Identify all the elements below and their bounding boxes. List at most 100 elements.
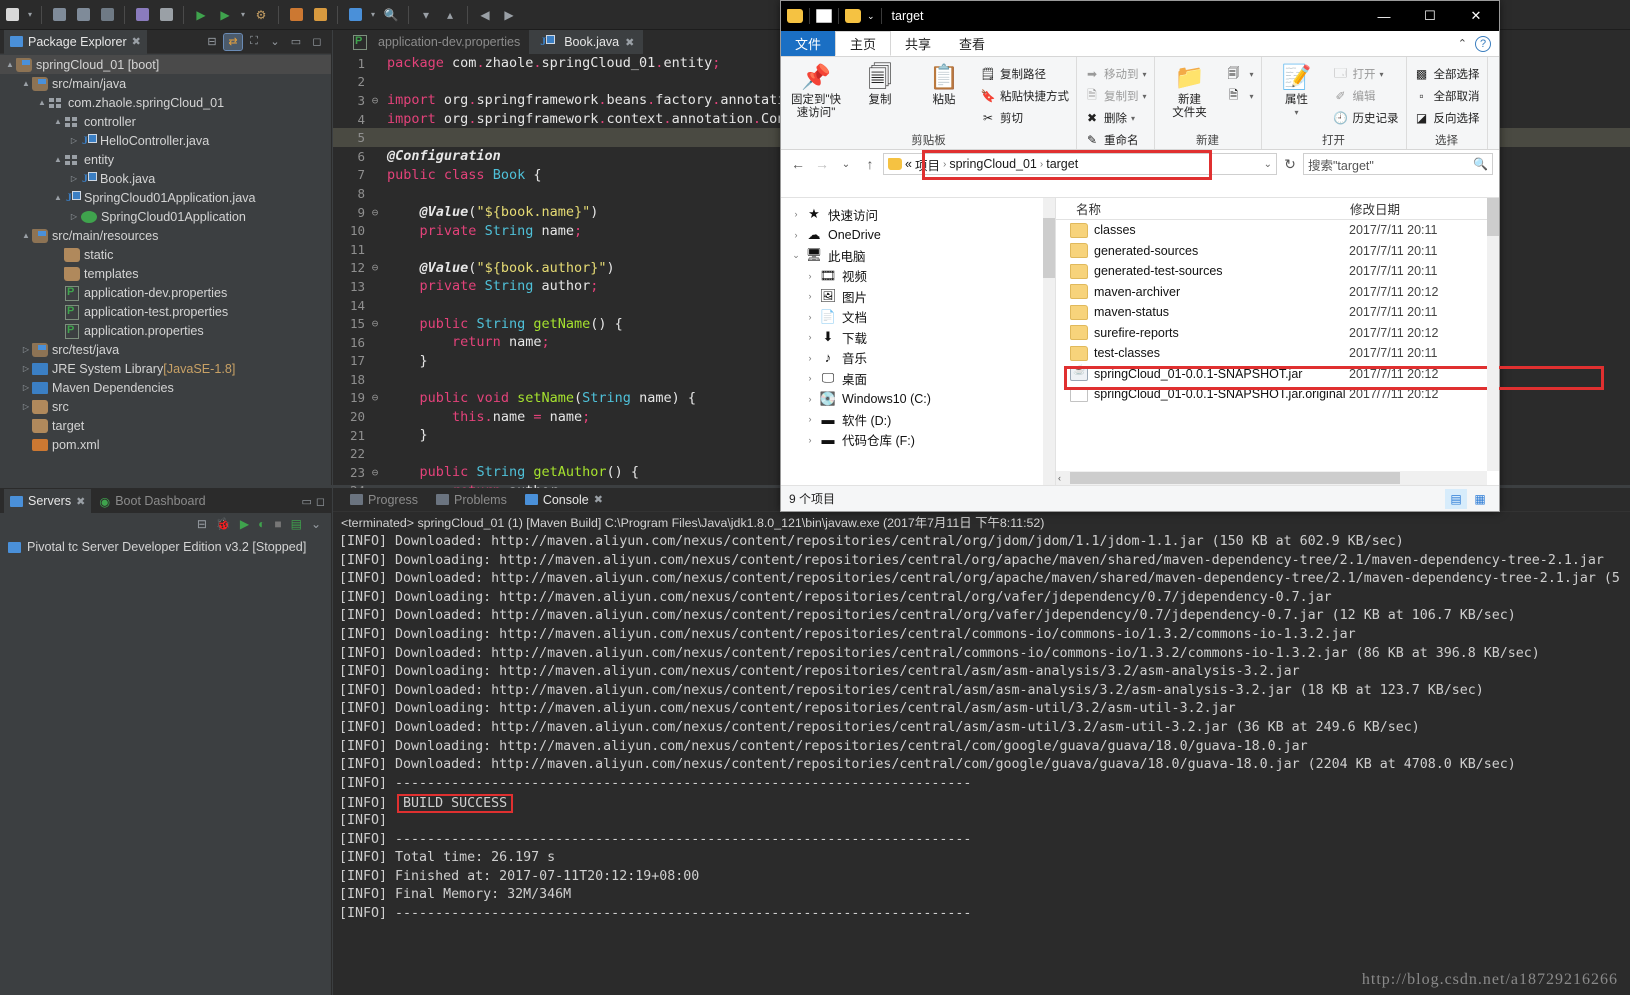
ribbon-button-删除[interactable]: ✖ 删除 ▾ [1081, 108, 1150, 128]
nav-item-onedrive[interactable]: › ☁ OneDrive [781, 225, 1055, 246]
new-java-project-icon[interactable] [131, 5, 153, 25]
close-button[interactable]: ✕ [1453, 1, 1499, 31]
file-row[interactable]: test-classes 2017/7/11 20:11 [1056, 343, 1499, 364]
expand-arrow-icon[interactable]: ▲ [52, 193, 64, 202]
breadcrumb-item-3[interactable]: target [1046, 157, 1078, 171]
print-icon[interactable] [96, 5, 118, 25]
tree-item-controller[interactable]: ▲ controller [0, 112, 331, 131]
view-menu-icon[interactable]: ⌄ [266, 34, 284, 50]
tree-item-application-dev-properties[interactable]: application-dev.properties [0, 283, 331, 302]
breadcrumb-dropdown-icon[interactable]: ⌄ [1264, 159, 1272, 170]
close-icon[interactable]: ✖ [594, 493, 603, 506]
ribbon-button-重命名[interactable]: ✎ 重命名 [1081, 130, 1150, 150]
tree-item-application-test-properties[interactable]: application-test.properties [0, 302, 331, 321]
fold-marker-icon[interactable]: ⊖ [369, 466, 381, 479]
view-menu-icon[interactable]: ⌄ [311, 517, 321, 531]
tree-item-book-java[interactable]: ▷ Book.java [0, 169, 331, 188]
expand-arrow-icon[interactable]: ▷ [68, 136, 80, 145]
search-icon[interactable]: 🔍 [380, 5, 402, 25]
file-row[interactable]: surefire-reports 2017/7/11 20:12 [1056, 323, 1499, 344]
chevron-icon[interactable]: › [801, 332, 819, 342]
editor-tab-application-dev-properties[interactable]: application-dev.properties [343, 30, 529, 54]
breadcrumb-item-2[interactable]: springCloud_01 [949, 157, 1037, 171]
file-row[interactable]: springCloud_01-0.0.1-SNAPSHOT.jar.origin… [1056, 384, 1499, 405]
ribbon-tab-共享[interactable]: 共享 [891, 31, 945, 56]
run-dropdown-icon[interactable]: ▾ [238, 5, 248, 25]
expand-arrow-icon[interactable]: ▷ [68, 174, 80, 183]
expand-arrow-icon[interactable]: ▷ [20, 383, 32, 392]
tree-item-application-properties[interactable]: application.properties [0, 321, 331, 340]
tree-item-src[interactable]: ▷ src [0, 397, 331, 416]
chevron-icon[interactable]: › [801, 271, 819, 281]
expand-arrow-icon[interactable]: ▷ [20, 364, 32, 373]
fold-marker-icon[interactable]: ⊖ [369, 317, 381, 330]
column-header-name[interactable]: 名称 [1056, 199, 1346, 218]
ribbon-button-属性[interactable]: 📝 属性 ▾ [1266, 60, 1328, 117]
file-row[interactable]: generated-sources 2017/7/11 20:11 [1056, 241, 1499, 262]
expand-arrow-icon[interactable]: ▷ [20, 345, 32, 354]
nav-scrollbar-thumb[interactable] [1043, 218, 1055, 278]
file-list-horizontal-scrollbar[interactable]: ‹ [1056, 471, 1487, 485]
publish-icon[interactable]: ▤ [291, 517, 302, 531]
tree-item-target[interactable]: target [0, 416, 331, 435]
fold-marker-icon[interactable]: ⊖ [369, 94, 381, 107]
expand-arrow-icon[interactable]: ▲ [4, 60, 16, 69]
expand-arrow-icon[interactable]: ▲ [20, 79, 32, 88]
focus-icon[interactable]: ⛶ [245, 34, 263, 50]
chevron-icon[interactable]: ⌄ [787, 250, 805, 261]
nav-item--d-[interactable]: › ▬ 软件 (D:) [781, 409, 1055, 430]
ribbon-tab-查看[interactable]: 查看 [945, 31, 999, 56]
back-button[interactable]: ← [787, 153, 809, 175]
server-list-item[interactable]: Pivotal tc Server Developer Edition v3.2… [0, 537, 331, 557]
file-list-vertical-scrollbar[interactable] [1487, 198, 1499, 471]
ribbon-button-new-item-icon[interactable]: 🗐 ▾ [1223, 64, 1257, 84]
new-package-icon[interactable] [155, 5, 177, 25]
fold-marker-icon[interactable]: ⊖ [369, 206, 381, 219]
nav-item--[interactable]: › 🖼 图片 [781, 286, 1055, 307]
console-tab-problems[interactable]: Problems [427, 488, 516, 512]
expand-arrow-icon[interactable]: ▲ [36, 98, 48, 107]
maximize-button[interactable]: ☐ [1407, 1, 1453, 31]
chevron-down-icon[interactable]: ▾ [1131, 114, 1135, 123]
chevron-down-icon[interactable]: ▾ [1295, 108, 1299, 117]
new-folder-quick-icon[interactable] [845, 9, 861, 23]
breadcrumb-separator-icon[interactable]: › [1040, 159, 1043, 170]
tree-item-src-test-java[interactable]: ▷ src/test/java [0, 340, 331, 359]
details-view-icon[interactable]: ▤ [1445, 488, 1467, 509]
tree-item-springcloud01application-java[interactable]: ▲ SpringCloud01Application.java [0, 188, 331, 207]
chevron-down-icon[interactable]: ▾ [1250, 70, 1254, 79]
tree-item-pom-xml[interactable]: pom.xml [0, 435, 331, 454]
file-row[interactable]: maven-archiver 2017/7/11 20:12 [1056, 282, 1499, 303]
chevron-icon[interactable]: › [787, 209, 805, 219]
file-list-vertical-thumb[interactable] [1487, 198, 1499, 236]
console-tab-progress[interactable]: Progress [341, 488, 427, 512]
file-row[interactable]: maven-status 2017/7/11 20:11 [1056, 302, 1499, 323]
ribbon-button-全部取消[interactable]: ▫ 全部取消 [1411, 86, 1483, 106]
save-icon[interactable] [48, 5, 70, 25]
expand-arrow-icon[interactable]: ▷ [20, 402, 32, 411]
ribbon-button-移动到[interactable]: ➡ 移动到 ▾ [1081, 64, 1150, 84]
ribbon-button-剪切[interactable]: ✂ 剪切 [977, 108, 1072, 128]
nav-item--[interactable]: › 🖵 桌面 [781, 368, 1055, 389]
chevron-down-icon[interactable]: ▾ [1143, 92, 1147, 101]
tab-package-explorer[interactable]: Package Explorer ✖ [4, 29, 147, 54]
nav-item--f-[interactable]: › ▬ 代码仓库 (F:) [781, 430, 1055, 451]
nav-item--[interactable]: › ⬇ 下载 [781, 327, 1055, 348]
chevron-icon[interactable]: › [801, 312, 819, 322]
save-all-icon[interactable] [72, 5, 94, 25]
tree-item-hellocontroller-java[interactable]: ▷ HelloController.java [0, 131, 331, 150]
ribbon-tab-文件[interactable]: 文件 [781, 31, 836, 56]
file-row[interactable]: springCloud_01-0.0.1-SNAPSHOT.jar 2017/7/… [1056, 364, 1499, 385]
forward-button[interactable]: → [811, 153, 833, 175]
tree-item-src-main-java[interactable]: ▲ src/main/java [0, 74, 331, 93]
nav-scrollbar[interactable] [1043, 198, 1055, 485]
forward-icon[interactable]: ▶ [498, 5, 520, 25]
tree-item-com-zhaole-springcloud-01[interactable]: ▲ com.zhaole.springCloud_01 [0, 93, 331, 112]
collapse-all-icon[interactable]: ⊟ [197, 517, 207, 531]
large-icons-view-icon[interactable]: ▦ [1469, 489, 1491, 509]
quick-access-dropdown-icon[interactable]: ⌄ [867, 11, 875, 22]
chevron-down-icon[interactable]: ▾ [1143, 70, 1147, 79]
stop-server-icon[interactable]: ■ [274, 517, 281, 531]
search-icon[interactable]: 🔍 [1473, 157, 1488, 171]
collapse-ribbon-icon[interactable]: ⌃ [1458, 37, 1467, 50]
